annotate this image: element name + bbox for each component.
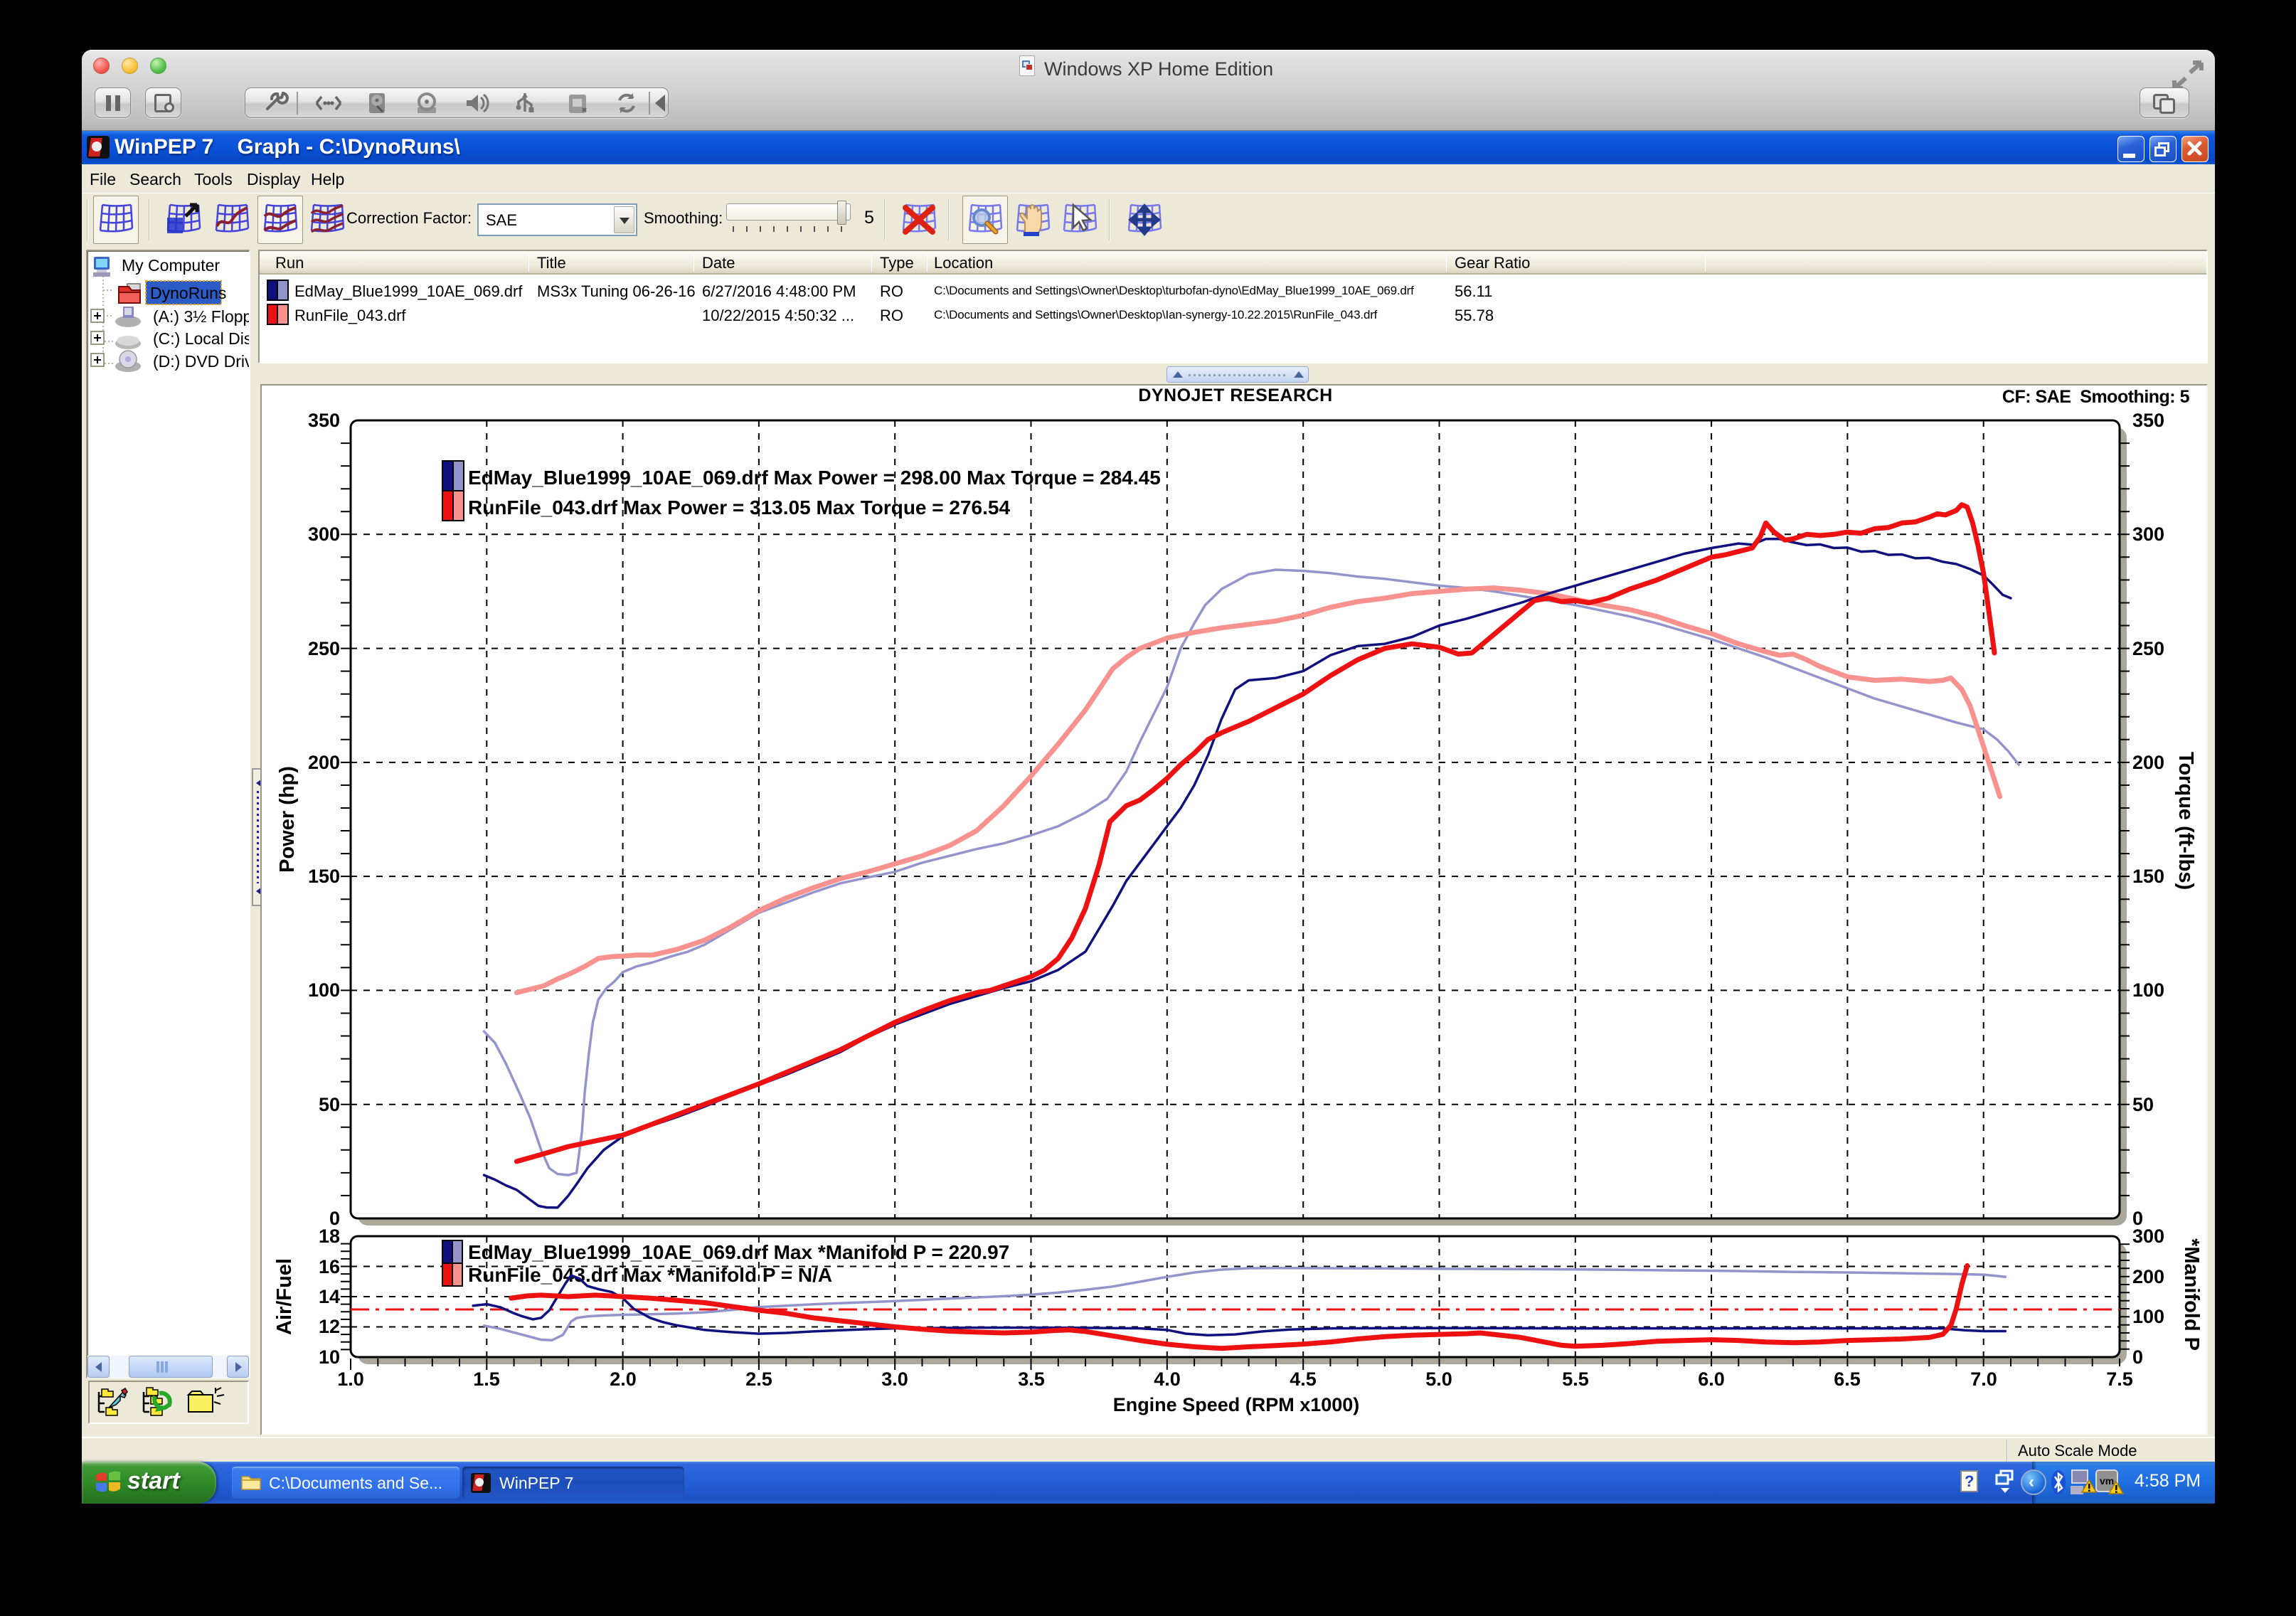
svg-text:DYNOJET RESEARCH: DYNOJET RESEARCH [1138,386,1332,405]
svg-text:100: 100 [308,979,340,1001]
svg-text:4.0: 4.0 [1154,1368,1181,1390]
svg-text:CF: SAE Smoothing: 5: CF: SAE Smoothing: 5 [2002,387,2190,407]
svg-text:50: 50 [319,1094,340,1115]
svg-text:300: 300 [2132,1226,2164,1247]
svg-text:1.0: 1.0 [337,1368,364,1390]
svg-text:200: 200 [308,752,340,773]
svg-text:7.5: 7.5 [2106,1368,2133,1390]
svg-text:18: 18 [319,1226,340,1247]
svg-text:10: 10 [319,1346,340,1368]
svg-text:6.5: 6.5 [1834,1368,1861,1390]
svg-text:Power (hp): Power (hp) [276,766,299,873]
svg-text:350: 350 [308,410,340,431]
svg-text:2.5: 2.5 [745,1368,772,1390]
svg-text:6.0: 6.0 [1698,1368,1725,1390]
svg-text:300: 300 [2132,523,2164,545]
svg-text:2.0: 2.0 [610,1368,637,1390]
svg-text:My Computer: My Computer [122,256,220,275]
svg-text:0: 0 [2132,1346,2143,1368]
svg-text:3.0: 3.0 [881,1368,908,1390]
svg-text:Torque (ft-lbs): Torque (ft-lbs) [2174,752,2197,890]
svg-text:100: 100 [2132,1306,2164,1327]
svg-text:350: 350 [2132,410,2164,431]
svg-text:Air/Fuel: Air/Fuel [273,1258,296,1335]
svg-text:4.5: 4.5 [1290,1368,1317,1390]
svg-text:7.0: 7.0 [1970,1368,1997,1390]
svg-text:300: 300 [308,523,340,545]
svg-text:150: 150 [2132,866,2164,887]
svg-text:RunFile_043.drf Max *Manifold: RunFile_043.drf Max *Manifold P = N/A [468,1264,832,1286]
svg-text:(D:) DVD Drive: (D:) DVD Drive [153,352,249,371]
svg-text:vm: vm [2100,1475,2114,1487]
svg-text:Engine Speed (RPM x1000): Engine Speed (RPM x1000) [1113,1394,1360,1415]
svg-text:250: 250 [308,638,340,659]
svg-text:1.5: 1.5 [473,1368,500,1390]
svg-text:5.5: 5.5 [1562,1368,1589,1390]
svg-text:*Manifold P: *Manifold P [2180,1238,2203,1351]
svg-text:200: 200 [2132,1266,2164,1287]
svg-text:100: 100 [2132,979,2164,1001]
svg-text:200: 200 [2132,752,2164,773]
svg-text:(A:) 3½ Floppy: (A:) 3½ Floppy [153,307,249,326]
svg-text:50: 50 [2132,1094,2154,1115]
svg-text:150: 150 [308,866,340,887]
svg-text:250: 250 [2132,638,2164,659]
svg-text:12: 12 [319,1316,340,1337]
svg-text:EdMay_Blue1999_10AE_069.drf Ma: EdMay_Blue1999_10AE_069.drf Max Power = … [468,467,1161,489]
svg-text:16: 16 [319,1256,340,1277]
svg-text:5.0: 5.0 [1425,1368,1452,1390]
svg-text:RunFile_043.drf Max Power = 31: RunFile_043.drf Max Power = 313.05 Max T… [468,496,1010,519]
svg-text:3.5: 3.5 [1018,1368,1045,1390]
svg-text:EdMay_Blue1999_10AE_069.drf Ma: EdMay_Blue1999_10AE_069.drf Max *Manifol… [468,1241,1009,1263]
svg-text:(C:) Local Disk: (C:) Local Disk [153,329,249,348]
svg-text:14: 14 [319,1286,340,1307]
svg-text:DynoRuns: DynoRuns [150,284,226,302]
